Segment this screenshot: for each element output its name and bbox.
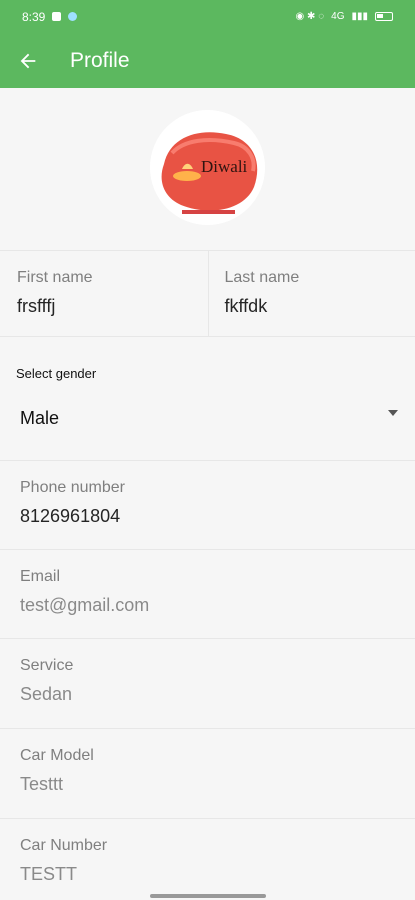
email-value[interactable]: test@gmail.com [20,595,415,616]
phone-field[interactable]: Phone number 8126961804 [0,460,415,550]
profile-avatar[interactable]: Diwali [150,110,265,225]
car-model-value[interactable]: Testtt [20,774,415,795]
phone-value[interactable]: 8126961804 [20,506,415,527]
gender-selector[interactable]: Select gender Male [0,336,415,460]
notification-icon [52,12,62,21]
name-fields: First name frsfffj Last name fkffdk [0,250,415,336]
car-number-label: Car Number [20,837,108,854]
gender-label: Select gender [16,366,97,381]
page-title: Profile [70,48,130,72]
first-name-label: First name [17,269,93,286]
last-name-label: Last name [224,269,300,286]
avatar-text: Diwali [201,157,248,176]
first-name-value[interactable]: frsfffj [17,296,208,317]
car-number-value[interactable]: TESTT [20,864,415,885]
battery-icon [375,12,393,21]
app-header: 8:39 ◉ ✱ ◌ 4G ▮▮▮ Profile [0,0,415,88]
app-notification-icon [68,12,78,21]
service-value[interactable]: Sedan [20,684,415,705]
dropdown-triangle-icon[interactable] [387,407,399,419]
toolbar: Profile [0,33,415,88]
email-field[interactable]: Email test@gmail.com [0,549,415,639]
signal-icon: ▮▮▮ [351,11,368,22]
car-model-label: Car Model [20,747,94,764]
car-number-field[interactable]: Car Number TESTT [0,818,415,900]
status-bar-left: 8:39 [22,9,78,24]
service-label: Service [20,657,74,674]
first-name-field[interactable]: First name frsfffj [0,251,208,336]
network-label: 4G [331,11,345,22]
gender-value[interactable]: Male [20,408,59,429]
home-indicator[interactable] [150,894,266,898]
last-name-field[interactable]: Last name fkffdk [207,251,415,336]
status-bar: 8:39 ◉ ✱ ◌ 4G ▮▮▮ [0,0,415,33]
diwali-avatar-image: Diwali [150,110,265,225]
last-name-value[interactable]: fkffdk [225,296,415,317]
arrow-left-icon[interactable] [17,50,39,72]
phone-label: Phone number [20,479,125,496]
car-model-field[interactable]: Car Model Testtt [0,728,415,818]
status-time: 8:39 [22,9,46,24]
status-bar-right: ◉ ✱ ◌ 4G ▮▮▮ [296,11,393,22]
service-field[interactable]: Service Sedan [0,638,415,728]
status-signal-icons: ◉ ✱ ◌ [295,11,325,22]
email-label: Email [20,568,61,585]
